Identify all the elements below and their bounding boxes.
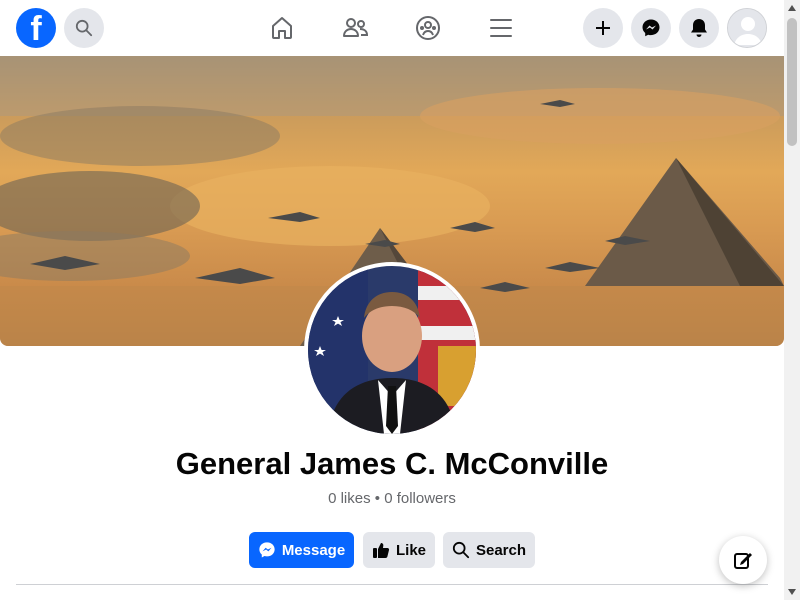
plus-icon (596, 21, 610, 35)
home-tab[interactable] (266, 12, 298, 44)
profile-portrait-image (308, 266, 476, 434)
scroll-down-arrow-icon[interactable] (786, 586, 798, 598)
search-page-button[interactable]: Search (443, 532, 535, 568)
search-icon (75, 19, 93, 37)
top-navigation-bar: f (0, 0, 784, 56)
account-avatar[interactable] (727, 8, 767, 48)
scroll-up-arrow-icon[interactable] (786, 2, 798, 14)
search-button[interactable] (64, 8, 104, 48)
bell-icon (691, 19, 707, 37)
page-title: General James C. McConville (175, 446, 609, 481)
messenger-icon (642, 19, 660, 37)
edit-icon (734, 553, 752, 569)
profile-picture[interactable] (304, 262, 480, 438)
page-stats: 0 likes • 0 followers (328, 490, 456, 507)
friends-tab[interactable] (339, 12, 371, 44)
message-button-label: Message (281, 541, 346, 559)
menu-icon (490, 19, 512, 37)
notifications-button[interactable] (679, 8, 719, 48)
menu-tab[interactable] (485, 12, 517, 44)
friends-icon (343, 18, 369, 37)
home-icon (272, 17, 292, 39)
like-button-label: Like (395, 541, 426, 559)
default-avatar-icon (728, 9, 766, 47)
groups-icon (416, 16, 440, 40)
messenger-icon (259, 542, 275, 558)
scrollbar-thumb[interactable] (787, 18, 797, 146)
create-button[interactable] (583, 8, 623, 48)
like-button[interactable]: Like (363, 532, 435, 568)
compose-message-button[interactable] (719, 536, 767, 584)
groups-tab[interactable] (412, 12, 444, 44)
facebook-logo-letter: f (30, 10, 42, 48)
section-divider (16, 584, 768, 585)
message-button[interactable]: Message (249, 532, 354, 568)
messenger-button[interactable] (631, 8, 671, 48)
search-button-label: Search (475, 541, 527, 559)
thumbs-up-icon (372, 543, 390, 558)
facebook-logo[interactable]: f (16, 8, 56, 48)
search-icon (452, 541, 470, 559)
